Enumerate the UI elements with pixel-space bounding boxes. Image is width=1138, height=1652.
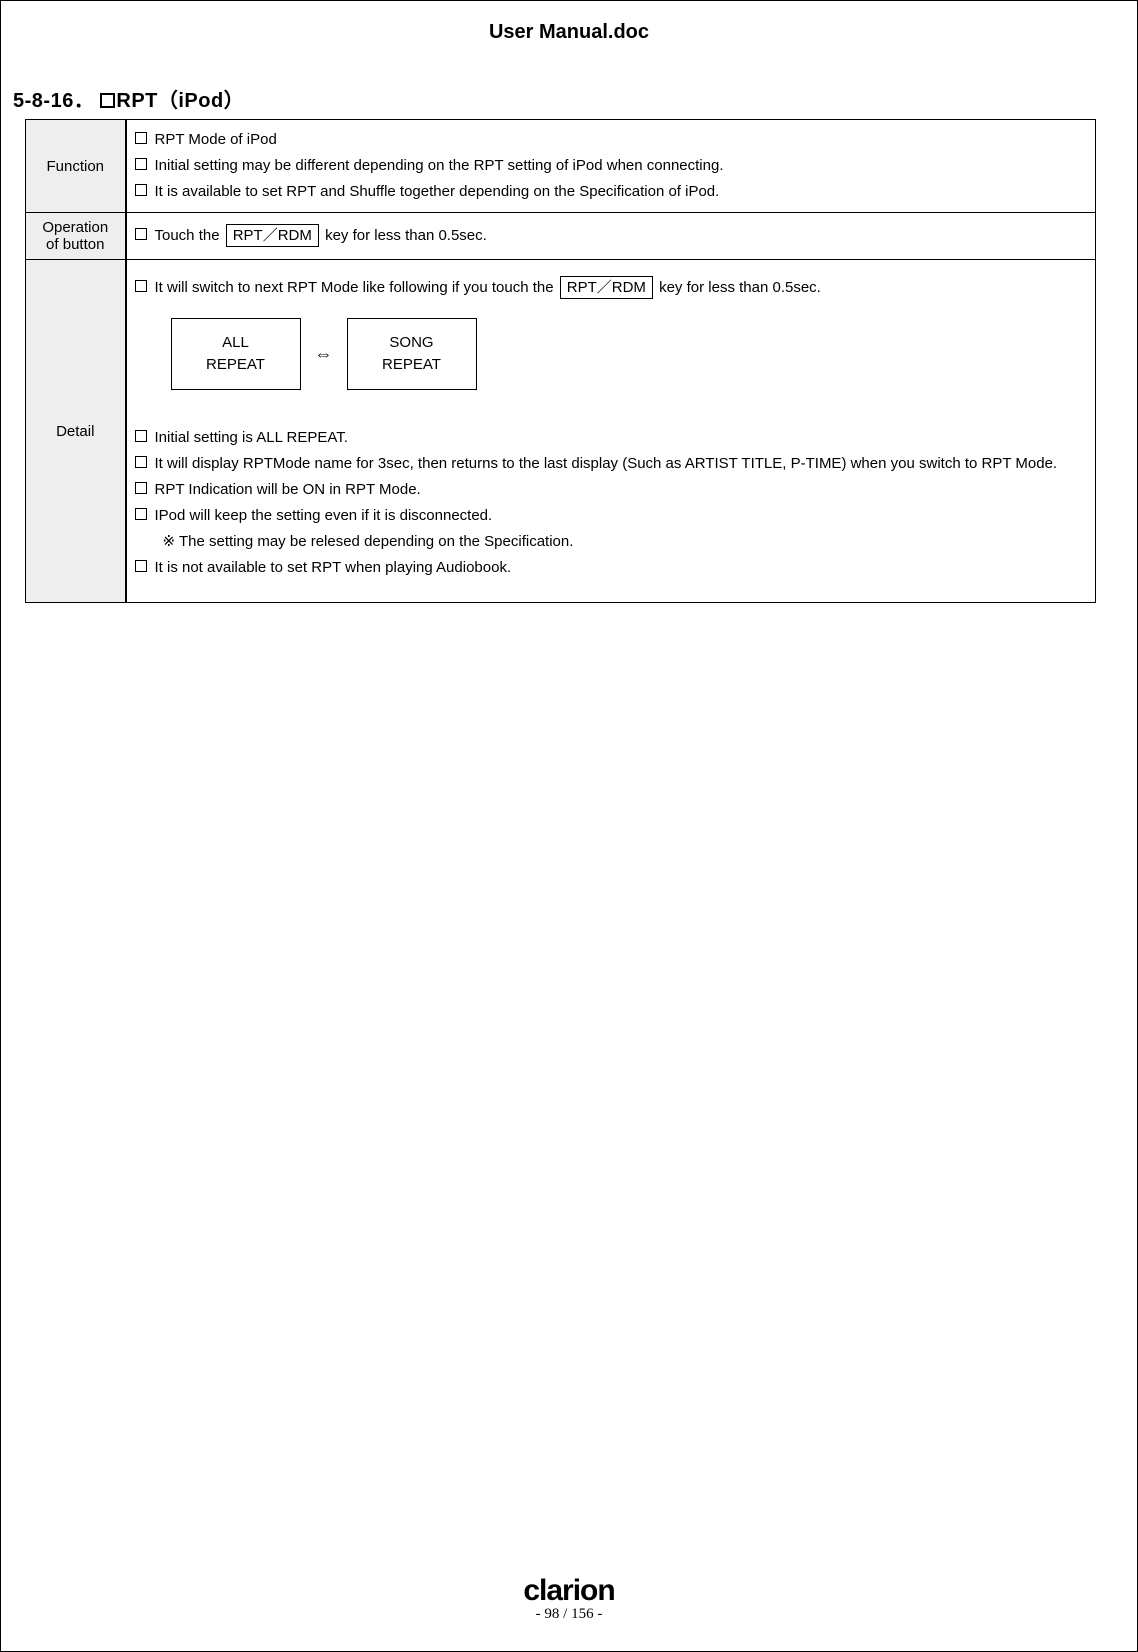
checkbox-icon [135, 560, 147, 572]
list-text: It is not available to set RPT when play… [155, 556, 1088, 580]
row-label-operation: Operation of button [26, 213, 126, 260]
list-text: Initial setting is ALL REPEAT. [155, 426, 1088, 450]
row-content-function: RPT Mode of iPod Initial setting may be … [126, 120, 1096, 213]
brand-logo: clarion [1, 1574, 1137, 1608]
mode-line: ALL [222, 332, 249, 355]
checkbox-icon [135, 456, 147, 468]
list-item: It will switch to next RPT Mode like fol… [135, 276, 1088, 300]
mode-diagram: ALL REPEAT ⇔ SONG REPEAT [171, 318, 1088, 390]
section-number: 5-8-16． [13, 90, 94, 112]
mode-box-song-repeat: SONG REPEAT [347, 318, 477, 390]
checkbox-icon [135, 228, 147, 240]
mode-line: REPEAT [382, 354, 441, 377]
list-text: RPT Indication will be ON in RPT Mode. [155, 478, 1088, 502]
checkbox-icon [135, 508, 147, 520]
checkbox-icon [135, 184, 147, 196]
document-title: User Manual.doc [11, 21, 1127, 44]
page-footer: clarion - 98 / 156 - [1, 1574, 1137, 1623]
list-item: It is available to set RPT and Shuffle t… [135, 180, 1088, 204]
list-item: RPT Mode of iPod [135, 128, 1088, 152]
detail-intro-prefix: It will switch to next RPT Mode like fol… [155, 279, 554, 296]
list-text: It will display RPTMode name for 3sec, t… [155, 452, 1088, 476]
list-text: Touch the RPT／RDM key for less than 0.5s… [155, 224, 1088, 248]
spec-table: Function RPT Mode of iPod Initial settin… [25, 119, 1096, 603]
row-label-detail: Detail [26, 260, 126, 603]
op-suffix: key for less than 0.5sec. [325, 227, 487, 244]
mode-line: SONG [389, 332, 433, 355]
note-line: ※ The setting may be relesed depending o… [163, 530, 1088, 554]
key-label: RPT／RDM [560, 276, 653, 299]
checkbox-icon [135, 280, 147, 292]
section-heading: 5-8-16． RPT（iPod） [13, 84, 1127, 113]
list-text: RPT Mode of iPod [155, 128, 1088, 152]
key-label: RPT／RDM [226, 224, 319, 247]
mode-box-all-repeat: ALL REPEAT [171, 318, 301, 390]
list-text: It will switch to next RPT Mode like fol… [155, 276, 1088, 300]
table-row: Operation of button Touch the RPT／RDM ke… [26, 213, 1096, 260]
list-item: It is not available to set RPT when play… [135, 556, 1088, 580]
checkbox-icon [135, 482, 147, 494]
row-label-function: Function [26, 120, 126, 213]
table-row: Function RPT Mode of iPod Initial settin… [26, 120, 1096, 213]
list-item: IPod will keep the setting even if it is… [135, 504, 1088, 528]
mode-line: REPEAT [206, 354, 265, 377]
list-text: Initial setting may be different dependi… [155, 154, 1088, 178]
row-content-detail: It will switch to next RPT Mode like fol… [126, 260, 1096, 603]
list-text: IPod will keep the setting even if it is… [155, 504, 1088, 528]
list-item: It will display RPTMode name for 3sec, t… [135, 452, 1088, 476]
checkbox-icon [135, 158, 147, 170]
list-item: Touch the RPT／RDM key for less than 0.5s… [135, 224, 1088, 248]
section-title: RPT（iPod） [116, 90, 244, 112]
double-arrow-icon: ⇔ [315, 340, 333, 369]
page: User Manual.doc 5-8-16． RPT（iPod） Functi… [0, 0, 1138, 1652]
checkbox-icon [135, 132, 147, 144]
page-number: - 98 / 156 - [1, 1606, 1137, 1623]
list-item: RPT Indication will be ON in RPT Mode. [135, 478, 1088, 502]
op-prefix: Touch the [155, 227, 220, 244]
list-item: Initial setting may be different dependi… [135, 154, 1088, 178]
list-item: Initial setting is ALL REPEAT. [135, 426, 1088, 450]
list-text: It is available to set RPT and Shuffle t… [155, 180, 1088, 204]
detail-intro-suffix: key for less than 0.5sec. [659, 279, 821, 296]
row-content-operation: Touch the RPT／RDM key for less than 0.5s… [126, 213, 1096, 260]
table-row: Detail It will switch to next RPT Mode l… [26, 260, 1096, 603]
checkbox-icon [135, 430, 147, 442]
checkbox-icon [100, 93, 115, 108]
